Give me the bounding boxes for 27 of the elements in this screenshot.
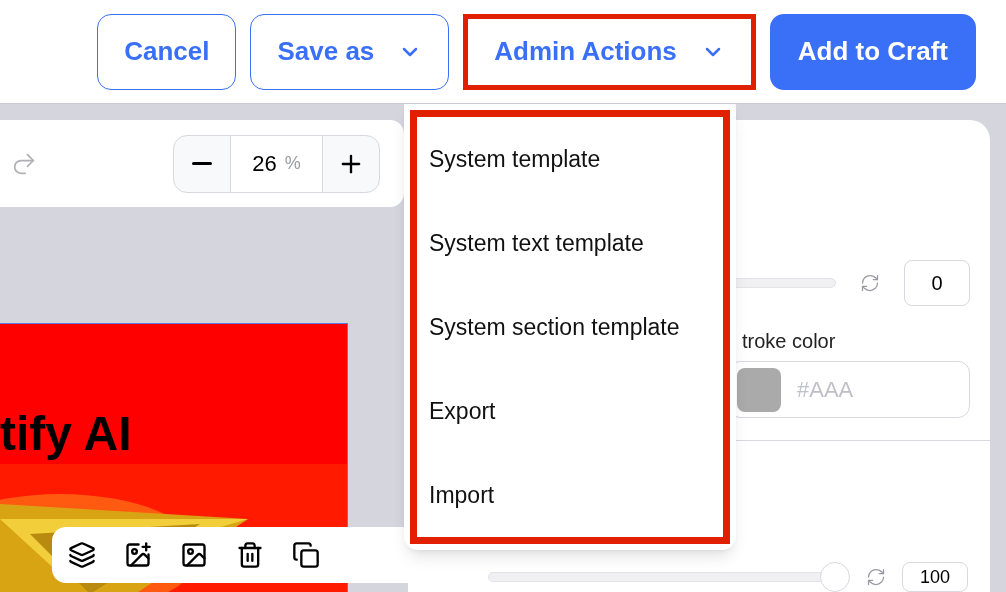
color-swatch[interactable] xyxy=(737,367,781,412)
menu-item[interactable]: Import xyxy=(429,477,723,513)
color-placeholder: #AAA xyxy=(797,376,854,404)
slider-thumb[interactable] xyxy=(820,562,850,592)
image-plus-icon[interactable] xyxy=(124,541,152,569)
artboard-title: tify AI xyxy=(0,406,132,462)
dropdown-button[interactable]: Admin Actions xyxy=(463,13,756,90)
image-icon[interactable] xyxy=(180,541,208,569)
cancel-button[interactable]: Cancel xyxy=(97,13,237,90)
menu-item[interactable]: System template xyxy=(429,141,723,177)
copy-icon[interactable] xyxy=(292,541,320,569)
menu-item[interactable]: System section template xyxy=(429,309,723,345)
reset-icon[interactable] xyxy=(866,567,886,587)
stroke-color-label: troke color xyxy=(742,329,836,354)
layers-icon[interactable] xyxy=(68,541,96,569)
zoom-value: 26 xyxy=(252,150,277,178)
value-field[interactable]: 0 xyxy=(904,260,970,306)
menu-item[interactable]: Export xyxy=(429,393,723,429)
minus-icon xyxy=(192,162,212,165)
value-field[interactable]: 100 xyxy=(902,562,968,592)
menu-item[interactable]: System text template xyxy=(429,225,723,261)
opacity-slider[interactable] xyxy=(488,562,850,592)
add-button[interactable]: Add to Craft xyxy=(769,13,976,90)
trash-icon[interactable] xyxy=(236,541,264,569)
dropdown-button[interactable]: Save as xyxy=(250,13,450,90)
percent-sign: % xyxy=(284,152,301,175)
reset-icon[interactable] xyxy=(860,273,880,293)
